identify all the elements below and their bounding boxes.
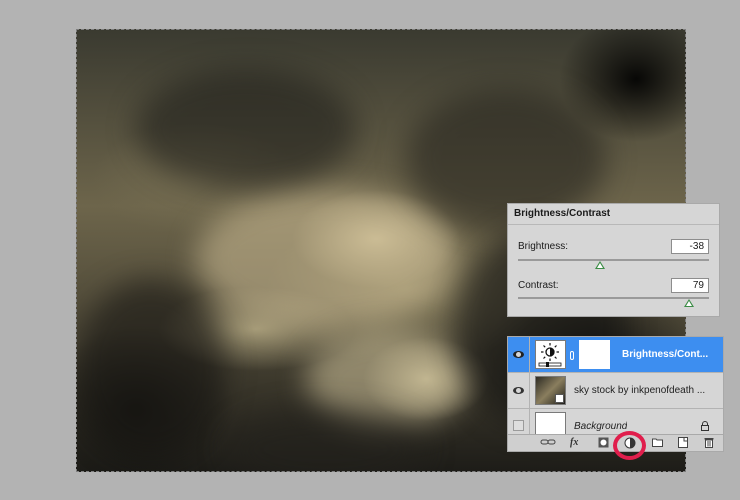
highlight-circle-annotation (613, 431, 646, 460)
contrast-label: Contrast: (518, 280, 559, 291)
contrast-slider-handle[interactable] (683, 299, 694, 307)
divider (508, 224, 719, 225)
hidden-eye-box (513, 420, 524, 431)
layer-mask-thumbnail[interactable] (579, 340, 610, 369)
chain-link-icon[interactable] (570, 351, 574, 360)
properties-panel: Brightness/Contrast Brightness: -38 Cont… (507, 203, 720, 317)
cloud-shadow (136, 69, 356, 189)
properties-title: Brightness/Contrast (514, 208, 611, 219)
cloud-highlight (196, 189, 456, 329)
group-icon[interactable] (652, 437, 663, 448)
link-icon[interactable] (540, 437, 556, 448)
layer-row-sky-stock[interactable]: sky stock by inkpenofdeath ... (508, 373, 723, 409)
contrast-slider-track[interactable] (518, 297, 709, 299)
adjustment-thumbnail[interactable] (535, 340, 566, 369)
eye-icon (513, 351, 524, 358)
mask-icon[interactable] (598, 437, 609, 448)
visibility-toggle[interactable] (508, 373, 530, 408)
brightness-icon (536, 341, 565, 368)
layer-name: Background (574, 421, 628, 432)
cloud-shadow (76, 279, 226, 459)
layer-row-brightness-contrast[interactable]: Brightness/Cont... (508, 337, 723, 373)
lock-icon (701, 421, 709, 431)
new-layer-icon[interactable] (678, 437, 688, 448)
contrast-input[interactable]: 79 (671, 278, 709, 293)
layer-name: Brightness/Cont... (622, 349, 709, 360)
layer-thumbnail[interactable] (535, 376, 566, 405)
layers-panel: Brightness/Cont... sky stock by inkpenof… (507, 336, 724, 452)
smart-object-icon (555, 394, 564, 403)
brightness-slider-track[interactable] (518, 259, 709, 261)
fx-icon[interactable]: fx (570, 437, 578, 448)
layer-name: sky stock by inkpenofdeath ... (574, 385, 706, 396)
visibility-toggle[interactable] (508, 337, 530, 372)
trash-icon[interactable] (704, 437, 714, 448)
brightness-slider-handle[interactable] (595, 261, 606, 269)
brightness-input[interactable]: -38 (671, 239, 709, 254)
brightness-label: Brightness: (518, 241, 569, 252)
eye-icon (513, 387, 524, 394)
